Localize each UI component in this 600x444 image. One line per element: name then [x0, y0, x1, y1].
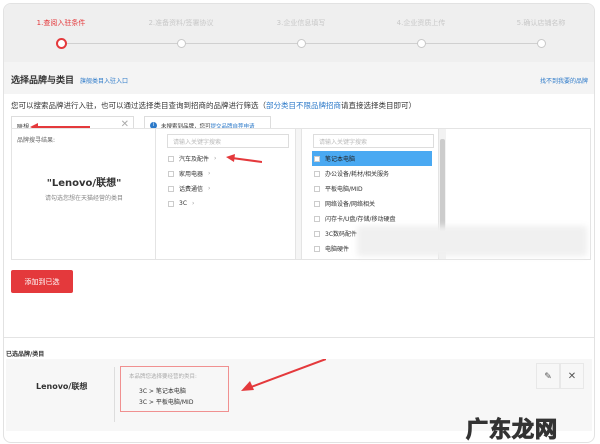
section-title: 选择品牌与类目 [11, 76, 75, 86]
blurred-overlay [357, 226, 587, 256]
checkbox[interactable] [314, 200, 320, 207]
add-to-selected-button[interactable]: 添加到已选 [11, 270, 73, 293]
category-item[interactable]: 家用电器 › [166, 166, 216, 181]
edit-button[interactable]: ✎ [536, 363, 560, 389]
intro-main: 您可以搜索品牌进行入驻，也可以通过选择类目查询到招商的品牌进行筛选（ [11, 101, 266, 110]
selected-brand: Lenovo/联想 [36, 382, 88, 391]
checkbox[interactable] [314, 185, 320, 192]
category-search-1[interactable]: 请输入关键字搜索 [167, 134, 289, 148]
category-item[interactable]: 网络设备/网络相关 [312, 196, 432, 211]
checkbox[interactable] [168, 155, 174, 162]
scrollbar-1[interactable] [296, 129, 302, 259]
step-5-label: 5.确认店铺名称 [516, 19, 566, 27]
category-label: 3C数码配件 [325, 231, 358, 238]
unrestricted-category-link[interactable]: 部分类目不限品牌招商 [266, 101, 341, 110]
category-label: 笔记本电脑 [325, 156, 356, 163]
section-header: 选择品牌与类目 旗舰类目入驻入口 找不到我要的品牌 [4, 62, 594, 94]
category-item[interactable]: 话费通信 › [166, 181, 216, 196]
flagship-entry-link[interactable]: 旗舰类目入驻入口 [80, 76, 128, 85]
separator [114, 367, 115, 422]
chevron-right-icon: › [208, 170, 211, 177]
selected-categories-box: 本品牌您选择要经营的类目: 3C > 笔记本电脑 3C > 平板电脑/MID [120, 366, 229, 412]
category-item[interactable]: 办公设备/耗材/相关服务 [312, 166, 432, 181]
step-1-label: 1.查阅入驻条件 [36, 19, 86, 27]
checkbox[interactable] [314, 215, 320, 222]
category-list-1: 汽车及配件 › 家用电器 › 话费通信 › 3C › [166, 151, 216, 211]
intro-tail: 请直接选择类目即可） [341, 101, 416, 110]
divider [4, 337, 594, 338]
category-item[interactable]: 3C › [166, 196, 216, 211]
step-5-dot [537, 39, 546, 48]
step-3-label: 3.企业信息填写 [276, 19, 326, 27]
category-item[interactable]: 闪存卡/U盘/存储/移动硬盘 [312, 211, 432, 226]
checkbox[interactable] [314, 245, 320, 252]
box-label: 本品牌您选择要经营的类目: [129, 374, 197, 380]
selected-category: 3C > 笔记本电脑 [139, 388, 186, 395]
result-label: 品牌搜寻结果: [17, 137, 56, 144]
main-card: 1.查阅入驻条件 2.准备资料/签署协议 3.企业信息填写 4.企业资质上传 5… [3, 3, 595, 443]
pencil-icon: ✎ [544, 372, 552, 382]
category-label: 平板电脑/MID [325, 186, 363, 193]
red-arrow-icon [226, 154, 262, 163]
result-brand: "Lenovo/联想" [46, 178, 122, 189]
selected-title: 已选品牌/类目 [6, 351, 45, 358]
category-item[interactable]: 平板电脑/MID [312, 181, 432, 196]
category-panel: 品牌搜寻结果: "Lenovo/联想" 请勾选您想在天猫经营的类目 请输入关键字… [11, 128, 591, 260]
chevron-right-icon: › [214, 155, 217, 162]
remove-button[interactable]: ✕ [560, 363, 584, 389]
checkbox[interactable] [168, 185, 174, 192]
selected-category: 3C > 平板电脑/MID [139, 399, 194, 406]
step-1-dot [56, 38, 67, 49]
category-label: 话费通信 [179, 186, 204, 193]
category-label: 3C [179, 200, 188, 207]
checkbox[interactable] [168, 200, 174, 207]
step-progress: 1.查阅入驻条件 2.准备资料/签署协议 3.企业信息填写 4.企业资质上传 5… [4, 4, 594, 62]
step-2-label: 2.准备资料/签署协议 [148, 19, 214, 27]
watermark-logo: 广东龙网 [465, 418, 559, 443]
category-search-2[interactable]: 请输入关键字搜索 [313, 134, 434, 148]
result-hint: 请勾选您想在天猫经营的类目 [44, 195, 123, 202]
category-item[interactable]: 笔记本电脑 [312, 151, 432, 166]
step-4-label: 4.企业资质上传 [396, 19, 446, 27]
category-label: 电脑硬件 [325, 246, 350, 253]
category-column-1: 请输入关键字搜索 汽车及配件 › 家用电器 › 话费通信 › 3C › [156, 129, 296, 259]
step-4-dot [417, 39, 426, 48]
chevron-right-icon: › [192, 200, 195, 207]
step-2-dot [177, 39, 186, 48]
category-label: 家用电器 [179, 171, 204, 178]
brand-result-column: 品牌搜寻结果: "Lenovo/联想" 请勾选您想在天猫经营的类目 [12, 129, 156, 259]
red-arrow-icon [241, 359, 326, 391]
step-3-dot [297, 39, 306, 48]
category-label: 闪存卡/U盘/存储/移动硬盘 [325, 216, 396, 223]
category-label: 办公设备/耗材/相关服务 [325, 171, 390, 178]
category-label: 汽车及配件 [179, 156, 210, 163]
brand-not-found-link[interactable]: 找不到我要的品牌 [540, 76, 588, 85]
category-label: 网络设备/网络相关 [325, 201, 376, 208]
checkbox[interactable] [314, 170, 320, 177]
category-item[interactable]: 汽车及配件 › [166, 151, 216, 166]
intro-text: 您可以搜索品牌进行入驻，也可以通过选择类目查询到招商的品牌进行筛选（部分类目不限… [11, 100, 416, 111]
checkbox[interactable] [314, 230, 320, 237]
chevron-right-icon: › [208, 185, 211, 192]
checkbox[interactable] [314, 155, 320, 162]
close-icon: ✕ [567, 371, 577, 382]
checkbox[interactable] [168, 170, 174, 177]
